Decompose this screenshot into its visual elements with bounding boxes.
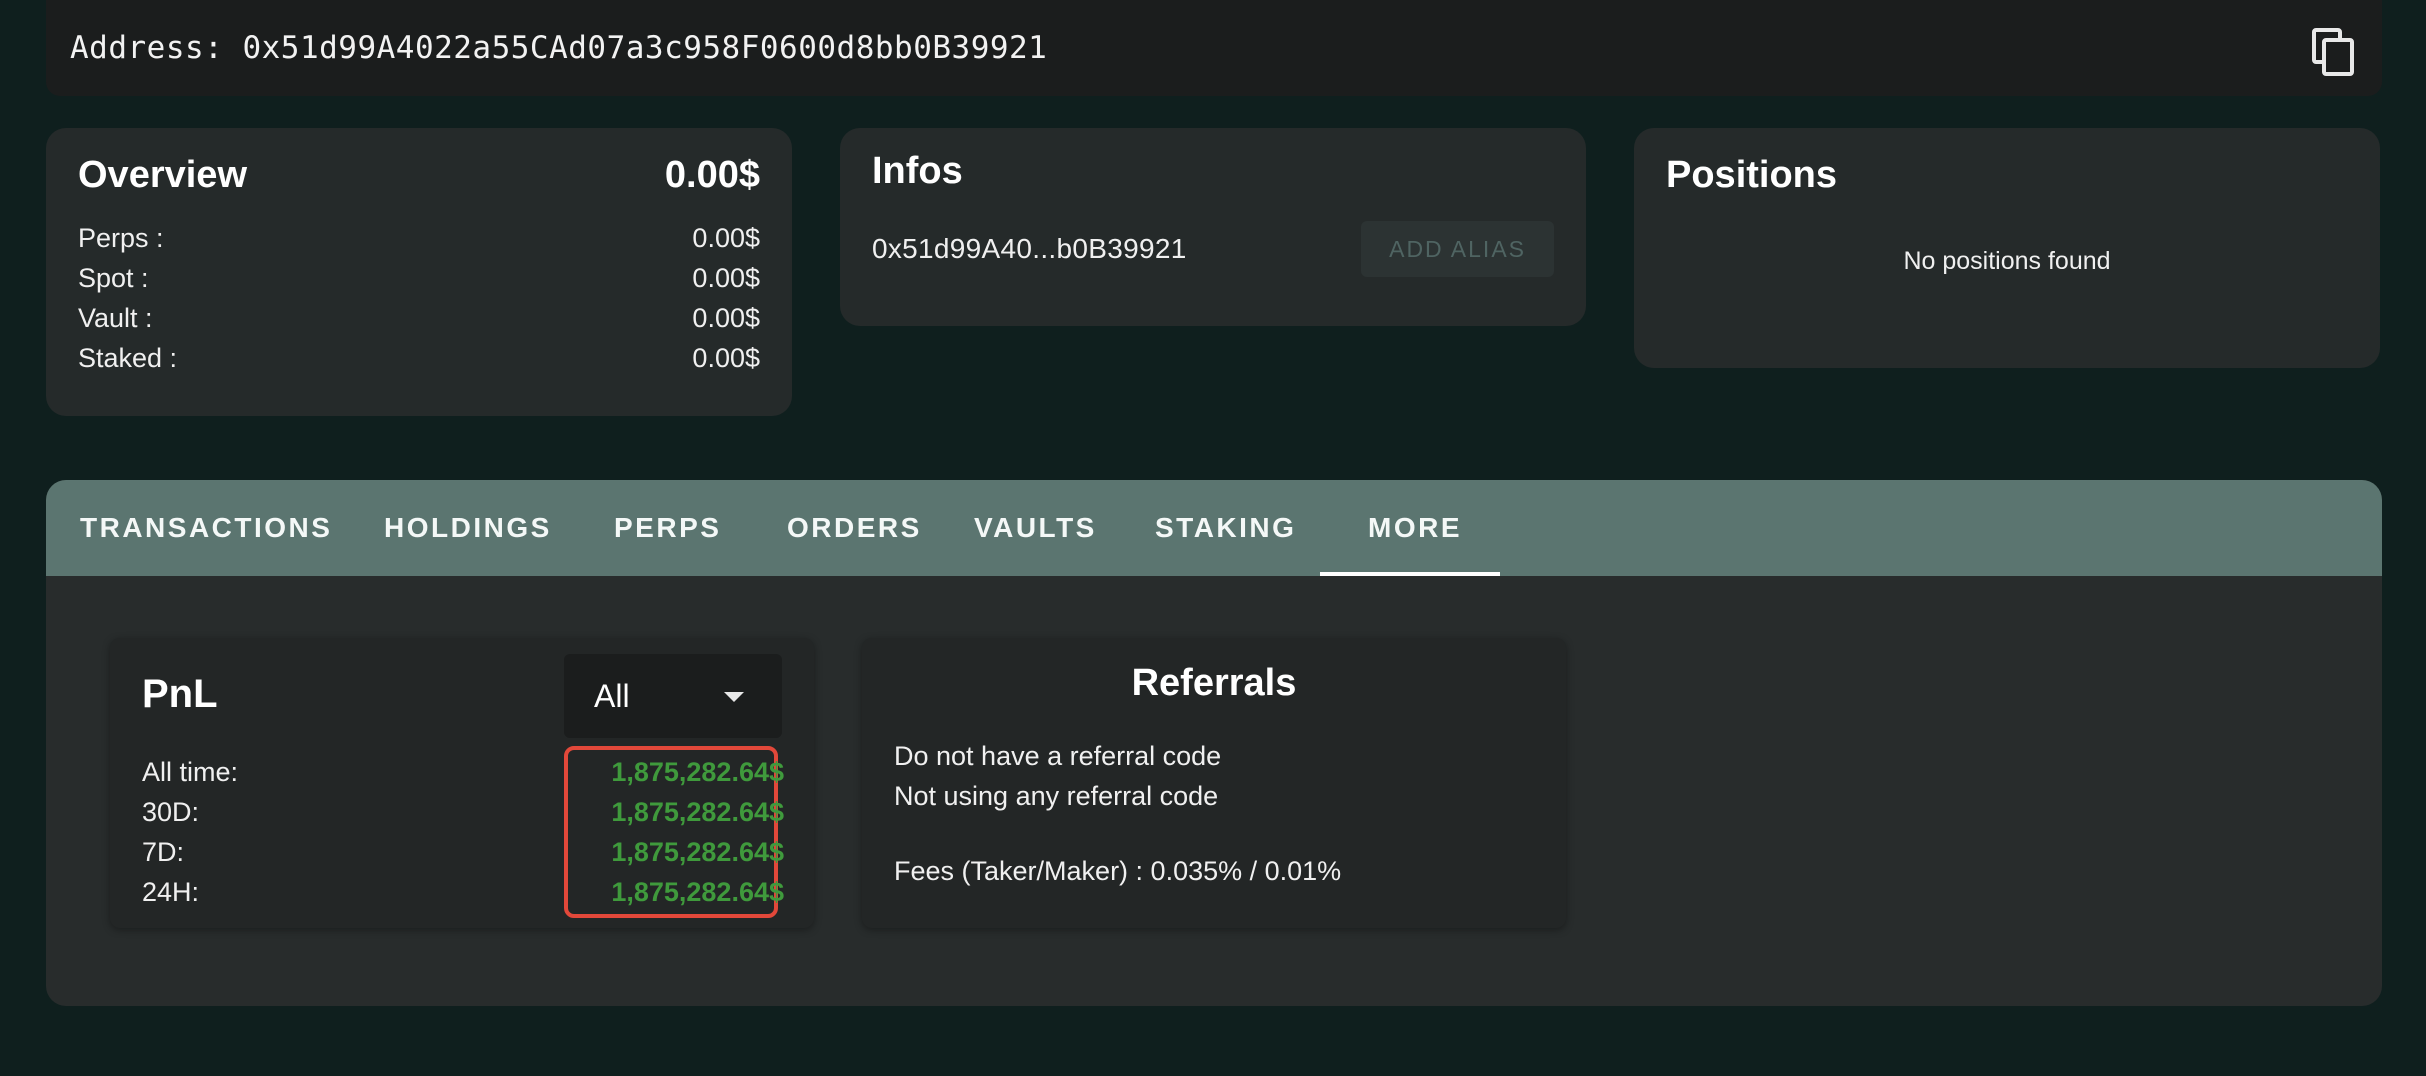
- copy-icon[interactable]: [2312, 28, 2354, 76]
- tab-staking[interactable]: STAKING: [1155, 480, 1296, 576]
- referral-code-status: Do not have a referral code: [894, 741, 1222, 771]
- overview-row-value: 0.00$: [692, 303, 760, 333]
- pnl-label-all-time: All time:: [142, 757, 239, 787]
- referrals-title: Referrals: [1131, 662, 1297, 704]
- overview-row-perps: Perps : 0.00$: [78, 218, 760, 258]
- short-address: 0x51d99A40...b0B39921: [872, 233, 1187, 264]
- address-bar: Address: 0x51d99A4022a55CAd07a3c958F0600…: [46, 0, 2382, 96]
- positions-empty-text: No positions found: [1903, 247, 2111, 275]
- tabs-panel: TRANSACTIONS HOLDINGS PERPS ORDERS VAULT…: [46, 480, 2382, 1006]
- overview-card: Overview 0.00$ Perps : 0.00$ Spot : 0.00…: [46, 128, 792, 416]
- tab-perps[interactable]: PERPS: [614, 480, 721, 576]
- infos-card: Infos 0x51d99A40...b0B39921 ADD ALIAS: [840, 128, 1586, 326]
- address-text: Address: 0x51d99A4022a55CAd07a3c958F0600…: [70, 30, 1048, 66]
- pnl-values: 1,875,282.64$ 1,875,282.64$ 1,875,282.64…: [611, 752, 784, 912]
- positions-title: Positions: [1666, 154, 1838, 196]
- pnl-value-30d: 1,875,282.64$: [611, 797, 784, 827]
- overview-row-label: Vault :: [78, 303, 153, 333]
- tab-orders[interactable]: ORDERS: [787, 480, 922, 576]
- pnl-label-30d: 30D:: [142, 797, 200, 827]
- tab-bar: TRANSACTIONS HOLDINGS PERPS ORDERS VAULT…: [46, 480, 2382, 576]
- pnl-value-all-time: 1,875,282.64$: [611, 757, 784, 787]
- tab-more[interactable]: MORE: [1368, 480, 1462, 576]
- overview-row-label: Perps :: [78, 223, 164, 253]
- pnl-label-7d: 7D:: [142, 837, 185, 867]
- caret-down-icon: [724, 692, 744, 702]
- active-tab-indicator: [1320, 572, 1500, 576]
- overview-row-label: Staked :: [78, 343, 178, 373]
- pnl-labels: All time: 30D: 7D: 24H:: [142, 752, 238, 912]
- pnl-value-7d: 1,875,282.64$: [611, 837, 784, 867]
- pnl-title: PnL: [142, 672, 218, 716]
- tab-transactions[interactable]: TRANSACTIONS: [80, 480, 332, 576]
- overview-row-value: 0.00$: [692, 343, 760, 373]
- pnl-label-24h: 24H:: [142, 877, 200, 907]
- pnl-range-select[interactable]: All: [564, 654, 782, 738]
- overview-total: 0.00$: [664, 153, 760, 196]
- overview-title: Overview: [78, 153, 247, 196]
- positions-card: Positions No positions found: [1634, 128, 2380, 368]
- add-alias-button[interactable]: ADD ALIAS: [1361, 221, 1554, 277]
- pnl-card: PnL All All time: 30D: 7D: 24H: 1,875,28…: [110, 638, 814, 928]
- tab-holdings[interactable]: HOLDINGS: [384, 480, 552, 576]
- fees-text: Fees (Taker/Maker) : 0.035% / 0.01%: [894, 856, 1342, 886]
- overview-row-value: 0.00$: [692, 263, 760, 293]
- tab-vaults[interactable]: VAULTS: [974, 480, 1097, 576]
- referral-usage-status: Not using any referral code: [894, 781, 1219, 811]
- overview-row-label: Spot :: [78, 263, 149, 293]
- overview-row-spot: Spot : 0.00$: [78, 258, 760, 298]
- overview-row-value: 0.00$: [692, 223, 760, 253]
- overview-row-vault: Vault : 0.00$: [78, 298, 760, 338]
- infos-title: Infos: [872, 150, 963, 192]
- referrals-card: Referrals Do not have a referral code No…: [862, 638, 1566, 928]
- pnl-value-24h: 1,875,282.64$: [611, 877, 784, 907]
- overview-row-staked: Staked : 0.00$: [78, 338, 760, 378]
- pnl-range-value: All: [594, 678, 630, 714]
